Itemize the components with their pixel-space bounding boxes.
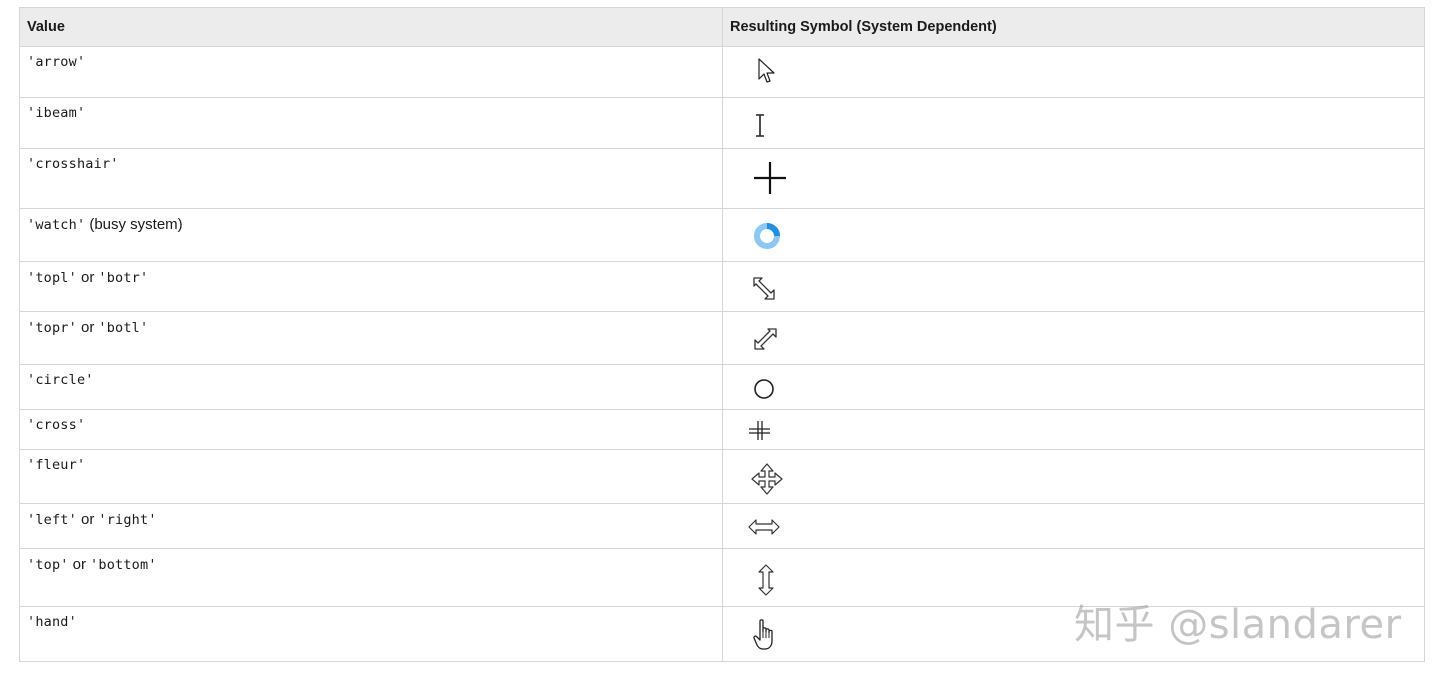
- resize-horizontal-icon: [748, 519, 780, 535]
- symbol-cell: [722, 548, 1425, 607]
- value-code: 'circle': [27, 372, 94, 388]
- value-code: 'watch': [27, 217, 86, 233]
- value-code: 'left': [27, 512, 77, 528]
- table-row: 'hand': [19, 606, 1425, 662]
- resize-nesw-icon: [754, 328, 777, 350]
- value-code: 'hand': [27, 614, 77, 630]
- symbol-column-header: Resulting Symbol (System Dependent): [722, 7, 1425, 47]
- value-note: (busy system): [89, 216, 183, 233]
- resize-vertical-icon: [758, 564, 774, 596]
- symbol-cell: [722, 449, 1425, 504]
- symbol-cell: [722, 261, 1425, 312]
- value-cell: 'ibeam': [19, 97, 723, 149]
- table-row: 'left' or 'right': [19, 503, 1425, 549]
- table-row: 'circle': [19, 364, 1425, 410]
- value-cell: 'arrow': [19, 46, 723, 98]
- value-cell: 'topr' or 'botl': [19, 311, 723, 365]
- symbol-cell: [722, 503, 1425, 549]
- value-cell: 'circle': [19, 364, 723, 410]
- value-cell: 'top' or 'bottom': [19, 548, 723, 607]
- value-code: 'crosshair': [27, 156, 119, 172]
- value-code: 'right': [98, 512, 157, 528]
- value-cell: 'left' or 'right': [19, 503, 723, 549]
- value-joiner: or: [81, 511, 95, 528]
- value-code: 'topr': [27, 320, 77, 336]
- symbol-cell: [722, 148, 1425, 209]
- hand-cursor-icon: [753, 619, 773, 650]
- value-code: 'botl': [98, 320, 149, 336]
- table-row: 'top' or 'bottom': [19, 548, 1425, 607]
- value-code: 'topl': [27, 270, 77, 286]
- table-row: 'fleur': [19, 449, 1425, 504]
- table-row: 'arrow': [19, 46, 1425, 98]
- value-joiner: or: [81, 319, 95, 336]
- value-column-header: Value: [19, 7, 723, 47]
- value-code: 'cross': [27, 417, 86, 433]
- value-code: 'arrow': [27, 54, 86, 70]
- symbol-cell: [722, 97, 1425, 149]
- circle-cursor-icon: [754, 379, 774, 399]
- table-row: 'topl' or 'botr': [19, 261, 1425, 312]
- table-row: 'watch' (busy system): [19, 208, 1425, 262]
- ibeam-cursor-icon: [756, 114, 764, 137]
- symbol-cell: [722, 364, 1425, 410]
- crosshair-cursor-icon: [754, 162, 786, 194]
- value-cell: 'watch' (busy system): [19, 208, 723, 262]
- symbol-cell: [722, 208, 1425, 262]
- value-code: 'ibeam': [27, 105, 86, 121]
- value-code: 'top': [27, 557, 69, 573]
- table-row: 'topr' or 'botl': [19, 311, 1425, 365]
- table-row: 'crosshair': [19, 148, 1425, 209]
- value-code: 'bottom': [90, 557, 157, 573]
- value-cell: 'hand': [19, 606, 723, 662]
- fleur-move-icon: [751, 463, 783, 495]
- arrow-cursor-icon: [758, 58, 775, 83]
- resize-nwse-icon: [753, 277, 775, 300]
- busy-cursor-icon: [754, 223, 780, 249]
- symbol-cell: [722, 409, 1425, 450]
- value-code: 'botr': [98, 270, 149, 286]
- value-cell: 'cross': [19, 409, 723, 450]
- value-joiner: or: [81, 269, 95, 286]
- table-header-row: Value Resulting Symbol (System Dependent…: [19, 7, 1425, 47]
- table-row: 'ibeam': [19, 97, 1425, 149]
- value-cell: 'topl' or 'botr': [19, 261, 723, 312]
- symbol-cell: [722, 311, 1425, 365]
- symbol-cell: [722, 46, 1425, 98]
- value-code: 'fleur': [27, 457, 86, 473]
- table-row: 'cross': [19, 409, 1425, 450]
- value-joiner: or: [72, 556, 87, 573]
- value-cell: 'fleur': [19, 449, 723, 504]
- symbol-cell: [722, 606, 1425, 662]
- cross-cursor-icon: [749, 421, 770, 440]
- cursor-value-table: Value Resulting Symbol (System Dependent…: [19, 7, 1425, 662]
- value-cell: 'crosshair': [19, 148, 723, 209]
